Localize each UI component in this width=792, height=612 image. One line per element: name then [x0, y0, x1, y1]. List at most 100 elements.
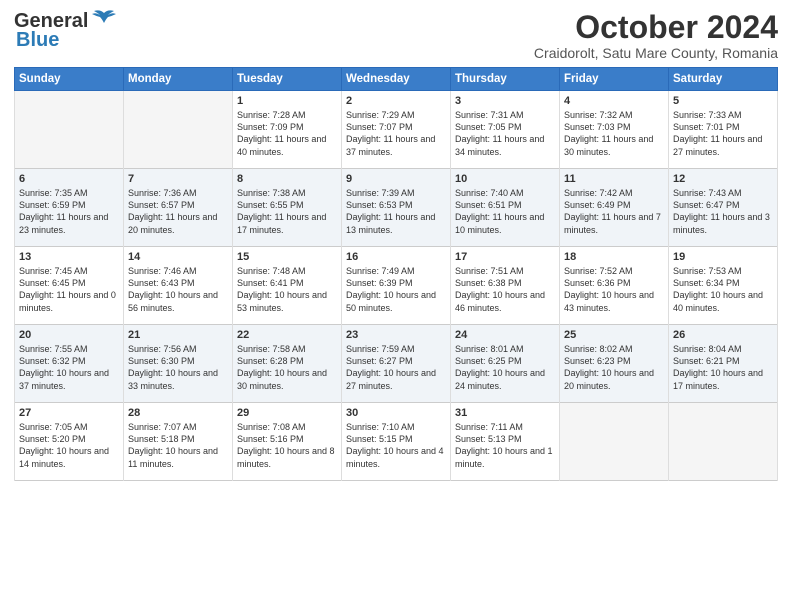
header-tuesday: Tuesday	[233, 68, 342, 91]
day-number: 6	[19, 173, 119, 185]
logo-text-blue: Blue	[16, 29, 59, 52]
calendar-cell: 15Sunrise: 7:48 AM Sunset: 6:41 PM Dayli…	[233, 247, 342, 325]
header-thursday: Thursday	[451, 68, 560, 91]
day-number: 5	[673, 95, 773, 107]
day-info: Sunrise: 7:43 AM Sunset: 6:47 PM Dayligh…	[673, 188, 770, 234]
calendar-header-row: SundayMondayTuesdayWednesdayThursdayFrid…	[15, 68, 778, 91]
day-info: Sunrise: 7:10 AM Sunset: 5:15 PM Dayligh…	[346, 422, 444, 468]
calendar-cell: 11 Sunrise: 7:42 AM Sunset: 6:49 PM Dayli…	[560, 169, 669, 247]
day-number: 15	[237, 251, 337, 263]
day-info: Sunrise: 8:01 AM Sunset: 6:25 PM Dayligh…	[455, 344, 545, 390]
day-info: Sunrise: 7:53 AM Sunset: 6:34 PM Dayligh…	[673, 266, 763, 312]
header-saturday: Saturday	[669, 68, 778, 91]
day-info: Sunrise: 7:42 AM Sunset: 6:49 PM Dayligh…	[564, 188, 661, 234]
calendar-cell: 24 Sunrise: 8:01 AM Sunset: 6:25 PM Dayli…	[451, 325, 560, 403]
calendar-cell: 9 Sunrise: 7:39 AM Sunset: 6:53 PM Daylig…	[342, 169, 451, 247]
day-info: Sunrise: 8:04 AM Sunset: 6:21 PM Dayligh…	[673, 344, 763, 390]
day-info: Sunrise: 7:46 AM Sunset: 6:43 PM Dayligh…	[128, 266, 218, 312]
header-monday: Monday	[124, 68, 233, 91]
calendar-cell: 5 Sunrise: 7:33 AM Sunset: 7:01 PM Daylig…	[669, 91, 778, 169]
day-info: Sunrise: 7:49 AM Sunset: 6:39 PM Dayligh…	[346, 266, 436, 312]
day-info: Sunrise: 7:28 AM Sunset: 7:09 PM Dayligh…	[237, 110, 326, 156]
day-number: 28	[128, 407, 228, 419]
day-number: 17	[455, 251, 555, 263]
day-number: 14	[128, 251, 228, 263]
day-number: 16	[346, 251, 446, 263]
day-number: 24	[455, 329, 555, 341]
calendar-cell	[560, 403, 669, 481]
day-info: Sunrise: 7:52 AM Sunset: 6:36 PM Dayligh…	[564, 266, 654, 312]
logo-bird-icon	[90, 9, 118, 29]
calendar-cell	[15, 91, 124, 169]
day-info: Sunrise: 7:58 AM Sunset: 6:28 PM Dayligh…	[237, 344, 327, 390]
day-number: 12	[673, 173, 773, 185]
calendar-cell: 13 Sunrise: 7:45 AM Sunset: 6:45 PM Dayli…	[15, 247, 124, 325]
day-info: Sunrise: 7:40 AM Sunset: 6:51 PM Dayligh…	[455, 188, 544, 234]
day-number: 1	[237, 95, 337, 107]
calendar-cell: 10 Sunrise: 7:40 AM Sunset: 6:51 PM Dayli…	[451, 169, 560, 247]
day-number: 22	[237, 329, 337, 341]
day-info: Sunrise: 7:31 AM Sunset: 7:05 PM Dayligh…	[455, 110, 544, 156]
calendar-cell	[669, 403, 778, 481]
day-number: 26	[673, 329, 773, 341]
calendar-week-row: 27 Sunrise: 7:05 AM Sunset: 5:20 PM Dayli…	[15, 403, 778, 481]
day-number: 25	[564, 329, 664, 341]
calendar-cell	[124, 91, 233, 169]
day-number: 27	[19, 407, 119, 419]
day-number: 31	[455, 407, 555, 419]
calendar-week-row: 6 Sunrise: 7:35 AM Sunset: 6:59 PM Daylig…	[15, 169, 778, 247]
header-friday: Friday	[560, 68, 669, 91]
day-info: Sunrise: 8:02 AM Sunset: 6:23 PM Dayligh…	[564, 344, 654, 390]
day-info: Sunrise: 7:33 AM Sunset: 7:01 PM Dayligh…	[673, 110, 762, 156]
calendar-cell: 25 Sunrise: 8:02 AM Sunset: 6:23 PM Dayli…	[560, 325, 669, 403]
day-info: Sunrise: 7:05 AM Sunset: 5:20 PM Dayligh…	[19, 422, 109, 468]
day-info: Sunrise: 7:35 AM Sunset: 6:59 PM Dayligh…	[19, 188, 108, 234]
day-number: 3	[455, 95, 555, 107]
calendar-title: October 2024	[534, 10, 778, 45]
calendar-cell: 20Sunrise: 7:55 AM Sunset: 6:32 PM Dayli…	[15, 325, 124, 403]
day-number: 8	[237, 173, 337, 185]
day-number: 10	[455, 173, 555, 185]
calendar-cell: 30 Sunrise: 7:10 AM Sunset: 5:15 PM Dayli…	[342, 403, 451, 481]
calendar-cell: 19 Sunrise: 7:53 AM Sunset: 6:34 PM Dayli…	[669, 247, 778, 325]
calendar-cell: 17Sunrise: 7:51 AM Sunset: 6:38 PM Dayli…	[451, 247, 560, 325]
calendar-cell: 7Sunrise: 7:36 AM Sunset: 6:57 PM Daylig…	[124, 169, 233, 247]
header-wednesday: Wednesday	[342, 68, 451, 91]
calendar-cell: 8Sunrise: 7:38 AM Sunset: 6:55 PM Daylig…	[233, 169, 342, 247]
calendar-cell: 12 Sunrise: 7:43 AM Sunset: 6:47 PM Dayli…	[669, 169, 778, 247]
day-number: 7	[128, 173, 228, 185]
page-header: General Blue October 2024 Craidorolt, Sa…	[14, 10, 778, 61]
calendar-cell: 16 Sunrise: 7:49 AM Sunset: 6:39 PM Dayli…	[342, 247, 451, 325]
day-number: 23	[346, 329, 446, 341]
day-number: 11	[564, 173, 664, 185]
day-info: Sunrise: 7:55 AM Sunset: 6:32 PM Dayligh…	[19, 344, 109, 390]
day-info: Sunrise: 7:32 AM Sunset: 7:03 PM Dayligh…	[564, 110, 653, 156]
calendar-cell: 23 Sunrise: 7:59 AM Sunset: 6:27 PM Dayli…	[342, 325, 451, 403]
day-info: Sunrise: 7:56 AM Sunset: 6:30 PM Dayligh…	[128, 344, 218, 390]
day-number: 29	[237, 407, 337, 419]
day-info: Sunrise: 7:59 AM Sunset: 6:27 PM Dayligh…	[346, 344, 436, 390]
calendar-subtitle: Craidorolt, Satu Mare County, Romania	[534, 45, 778, 61]
day-info: Sunrise: 7:07 AM Sunset: 5:18 PM Dayligh…	[128, 422, 218, 468]
day-info: Sunrise: 7:45 AM Sunset: 6:45 PM Dayligh…	[19, 266, 116, 312]
title-block: October 2024 Craidorolt, Satu Mare Count…	[534, 10, 778, 61]
day-info: Sunrise: 7:29 AM Sunset: 7:07 PM Dayligh…	[346, 110, 435, 156]
day-number: 19	[673, 251, 773, 263]
day-number: 9	[346, 173, 446, 185]
calendar-week-row: 1 Sunrise: 7:28 AM Sunset: 7:09 PM Daylig…	[15, 91, 778, 169]
day-info: Sunrise: 7:39 AM Sunset: 6:53 PM Dayligh…	[346, 188, 435, 234]
calendar-cell: 26 Sunrise: 8:04 AM Sunset: 6:21 PM Dayli…	[669, 325, 778, 403]
calendar-cell: 14 Sunrise: 7:46 AM Sunset: 6:43 PM Dayli…	[124, 247, 233, 325]
day-number: 2	[346, 95, 446, 107]
calendar-cell: 2 Sunrise: 7:29 AM Sunset: 7:07 PM Daylig…	[342, 91, 451, 169]
calendar-cell: 4 Sunrise: 7:32 AM Sunset: 7:03 PM Daylig…	[560, 91, 669, 169]
calendar-cell: 29Sunrise: 7:08 AM Sunset: 5:16 PM Dayli…	[233, 403, 342, 481]
day-number: 30	[346, 407, 446, 419]
day-info: Sunrise: 7:11 AM Sunset: 5:13 PM Dayligh…	[455, 422, 553, 468]
day-number: 13	[19, 251, 119, 263]
day-number: 18	[564, 251, 664, 263]
day-number: 4	[564, 95, 664, 107]
calendar-week-row: 13 Sunrise: 7:45 AM Sunset: 6:45 PM Dayli…	[15, 247, 778, 325]
day-number: 21	[128, 329, 228, 341]
calendar-cell: 22 Sunrise: 7:58 AM Sunset: 6:28 PM Dayli…	[233, 325, 342, 403]
